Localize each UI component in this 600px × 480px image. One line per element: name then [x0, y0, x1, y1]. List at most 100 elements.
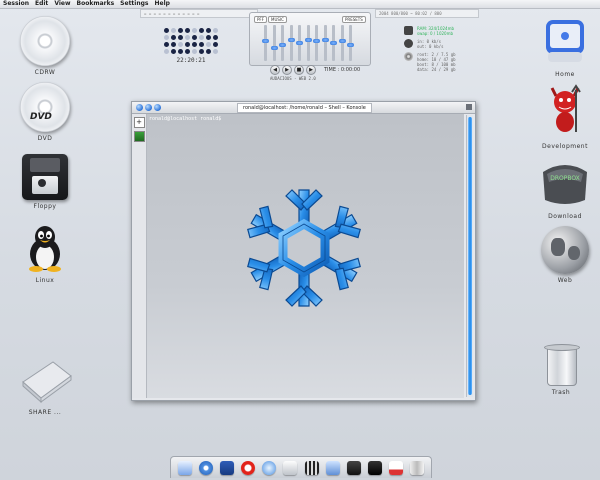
eq-music-button[interactable]: MUSIC — [268, 16, 287, 23]
clock-time: 22:20:21 — [176, 57, 206, 64]
globe-icon — [541, 226, 589, 274]
textedit-icon[interactable] — [283, 460, 298, 475]
eq-slider-knob[interactable] — [304, 37, 312, 42]
film-icon[interactable] — [304, 460, 319, 475]
eq-slider[interactable] — [279, 25, 286, 61]
cd-icon — [20, 16, 70, 66]
safari-compass-icon[interactable] — [198, 460, 213, 475]
desktop-icon-floppy[interactable]: Floppy — [10, 154, 80, 210]
dropbox-icon: DROPBOX — [543, 165, 587, 204]
window-maximize-button[interactable] — [154, 104, 161, 111]
svg-text:DROPBOX: DROPBOX — [550, 175, 580, 182]
swap-usage: swap: 0 / 1020mb — [417, 31, 454, 36]
eq-slider[interactable] — [296, 25, 303, 61]
konsole-sidebar: + — [132, 114, 147, 398]
eq-slider[interactable] — [262, 25, 269, 61]
desktop-icon-trash[interactable]: Trash — [526, 344, 596, 396]
desktop-icon-label: Web — [557, 277, 573, 284]
iphoto-icon[interactable] — [346, 460, 361, 475]
eq-slider-knob[interactable] — [296, 41, 303, 45]
finder-icon[interactable] — [177, 460, 192, 475]
eq-slider[interactable] — [304, 25, 312, 61]
equalizer-widget: PFF MUSIC PRESETS — [249, 12, 371, 66]
eq-off-button[interactable]: PFF — [254, 16, 268, 23]
desktop-icon-label: CDRW — [34, 69, 56, 76]
desktop-icon-label: Download — [548, 213, 582, 220]
menu-session[interactable]: Session — [0, 0, 32, 8]
desktop-icon-label: Development — [542, 143, 588, 150]
trash-dock-icon[interactable] — [410, 460, 425, 475]
new-session-icon[interactable]: + — [133, 117, 145, 128]
scrollbar-thumb[interactable] — [468, 117, 472, 395]
desktop-icon-label: Trash — [551, 389, 571, 396]
eq-slider[interactable] — [321, 25, 329, 61]
eq-slider[interactable] — [270, 25, 278, 61]
system-monitor-widget: RAM: 324/1024mb swap: 0 / 1020mb in: 0 k… — [404, 26, 474, 75]
calendar-icon[interactable] — [389, 460, 404, 475]
tux-icon — [29, 226, 61, 272]
desktop-icon-dvd[interactable]: DVD DVD — [10, 82, 80, 142]
eq-slider-knob[interactable] — [262, 39, 269, 44]
preview-icon[interactable] — [325, 460, 340, 475]
prev-button[interactable]: ◀ — [270, 65, 280, 75]
hdd-icon — [404, 52, 413, 61]
terminal-scrollbar[interactable] — [466, 115, 473, 397]
desktop-icon-share[interactable]: SHARE ... — [10, 354, 80, 416]
menu-settings[interactable]: Settings — [117, 0, 151, 8]
terminal-session-icon[interactable] — [133, 131, 145, 142]
terminal-prompt: ronald@localhost ronald$ — [149, 116, 222, 122]
network-icon — [404, 39, 413, 48]
next-button[interactable]: ▶ — [306, 65, 316, 75]
window-menu-button[interactable] — [466, 104, 472, 110]
desktop-icon-label: Linux — [35, 277, 55, 284]
eq-slider[interactable] — [313, 25, 320, 61]
eq-slider[interactable] — [330, 25, 337, 61]
eq-slider-knob[interactable] — [321, 37, 329, 42]
disk-data: data: 24 / 29 gb — [417, 67, 456, 72]
desktop-icon-web[interactable]: Web — [530, 226, 600, 284]
opera-icon[interactable] — [241, 460, 256, 475]
eq-slider-knob[interactable] — [330, 41, 337, 45]
desktop-icon-development[interactable]: Development — [530, 80, 600, 150]
desktop-icon-download[interactable]: DROPBOX Download — [530, 156, 600, 220]
eq-slider[interactable] — [287, 25, 295, 61]
home-mac-icon — [546, 20, 584, 62]
desktop-icon-label: SHARE ... — [28, 409, 62, 416]
net-out: out: 0 kb/s — [417, 44, 444, 49]
desktop-icon-home[interactable]: Home — [530, 16, 600, 78]
itunes-icon[interactable] — [262, 460, 277, 475]
desktop-icon-label: DVD — [37, 135, 53, 142]
window-title: ronald@localhost: /home/ronald – Shell –… — [237, 103, 372, 113]
desktop-icon-cdrw[interactable]: CDRW — [10, 16, 80, 76]
eq-slider-knob[interactable] — [338, 39, 346, 44]
desktop-icon-label: Home — [555, 71, 575, 78]
konsole-window: ronald@localhost: /home/ronald – Shell –… — [131, 101, 476, 401]
player-time: TIME : 0:00:00 — [324, 67, 361, 73]
menu-bookmarks[interactable]: Bookmarks — [74, 0, 118, 8]
play-button[interactable]: ▶ — [282, 65, 292, 75]
terminal-area[interactable]: ronald@localhost ronald$ — [147, 114, 464, 398]
stop-button[interactable]: ■ — [294, 65, 304, 75]
menu-bar: Session Edit View Bookmarks Settings Hel… — [0, 0, 600, 9]
ram-chip-icon — [404, 26, 413, 35]
desktop-icon-label: Floppy — [33, 203, 57, 210]
eq-slider-knob[interactable] — [287, 37, 295, 42]
menu-edit[interactable]: Edit — [32, 0, 51, 8]
desktop-icon-linux[interactable]: Linux — [10, 224, 80, 284]
audio-player: ◀ ▶ ■ ▶ TIME : 0:00:00 — [270, 65, 380, 75]
menu-view[interactable]: View — [51, 0, 73, 8]
window-minimize-button[interactable] — [145, 104, 152, 111]
terminal-icon[interactable] — [367, 460, 382, 475]
eq-slider[interactable] — [338, 25, 346, 61]
eq-slider-knob[interactable] — [313, 39, 320, 44]
eq-slider-knob[interactable] — [279, 42, 286, 47]
window-titlebar[interactable]: ronald@localhost: /home/ronald – Shell –… — [132, 102, 475, 114]
menu-help[interactable]: Help — [152, 0, 173, 8]
eq-slider-knob[interactable] — [347, 42, 354, 47]
window-close-button[interactable] — [136, 104, 143, 111]
eq-presets-button[interactable]: PRESETS — [342, 16, 366, 23]
eq-slider[interactable] — [347, 25, 354, 61]
mail-icon[interactable] — [219, 460, 234, 475]
eq-slider-knob[interactable] — [270, 45, 278, 50]
top-strip-left: = = = = = = = = = = = = — [140, 9, 258, 18]
